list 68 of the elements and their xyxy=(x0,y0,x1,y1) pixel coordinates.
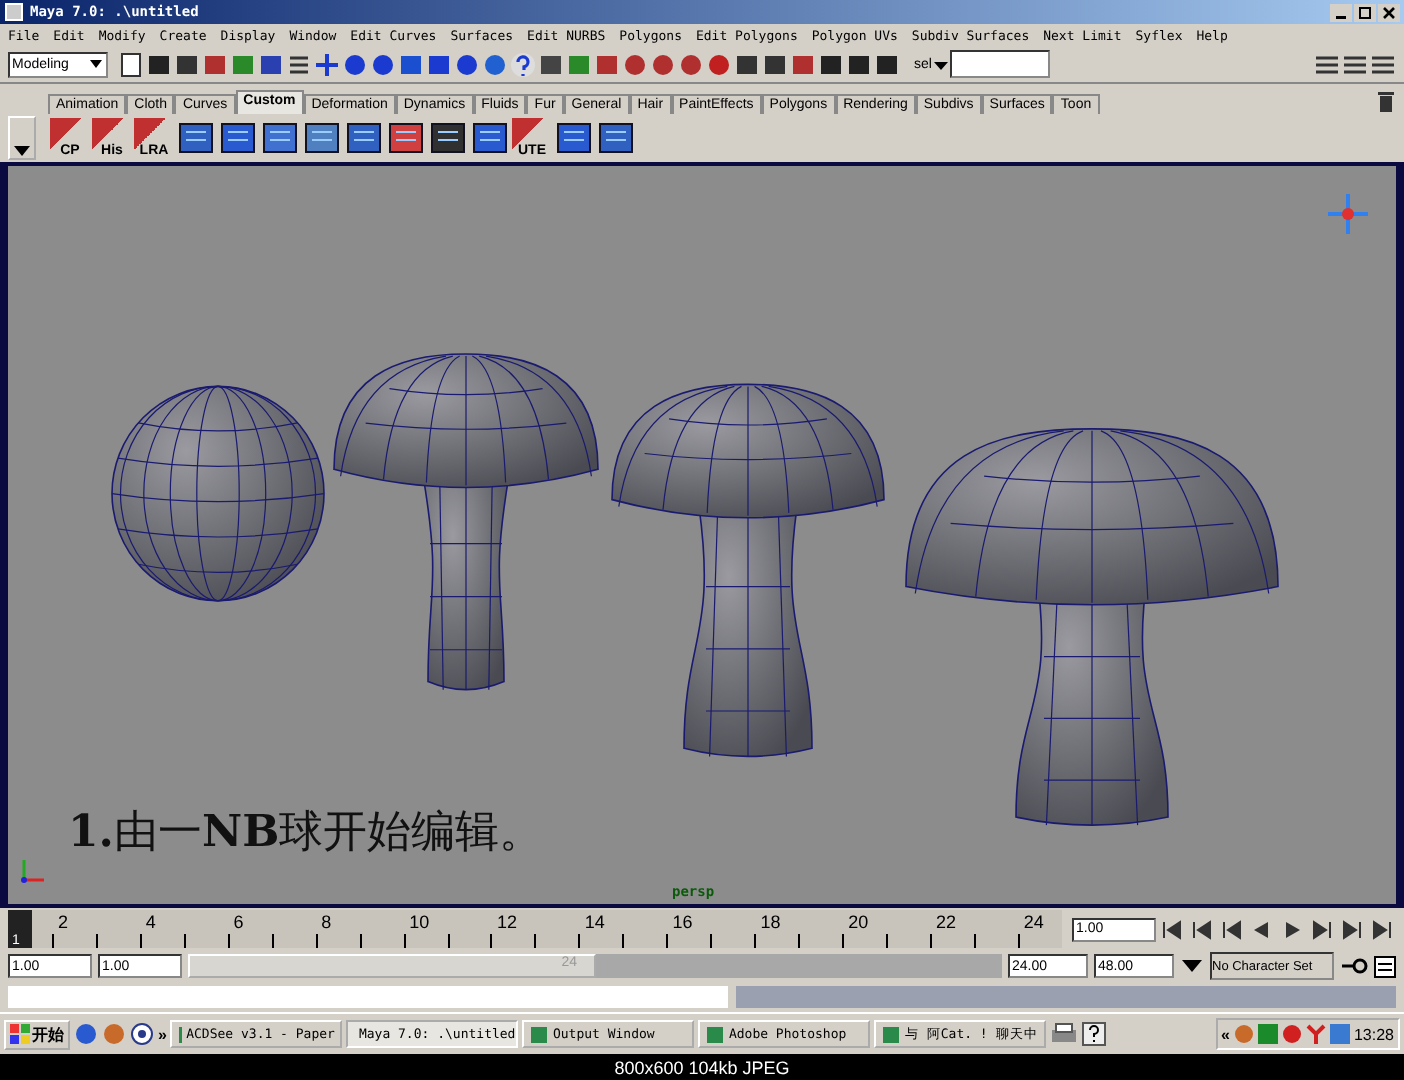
next-key-icon[interactable] xyxy=(1308,917,1336,941)
caret-icon xyxy=(88,56,104,72)
step-forward-icon[interactable] xyxy=(1338,917,1366,941)
go-to-end-icon[interactable] xyxy=(1368,917,1396,941)
tick-label: 22 xyxy=(936,912,957,932)
shelf-tool-icon[interactable] xyxy=(554,118,594,158)
previous-key-icon[interactable] xyxy=(1218,917,1246,941)
tray-icon[interactable] xyxy=(1305,1024,1326,1044)
step-back-icon[interactable] xyxy=(1188,917,1216,941)
sphere-icon[interactable] xyxy=(482,51,508,77)
tick-label: 2 xyxy=(57,912,68,932)
tick-label: 4 xyxy=(145,912,156,932)
panel-icon[interactable] xyxy=(1314,51,1340,77)
printer-icon[interactable] xyxy=(1050,1022,1079,1046)
tray-icon[interactable] xyxy=(1257,1024,1278,1044)
axis-icon xyxy=(16,854,48,886)
tick-label: 18 xyxy=(760,912,781,932)
minimize-icon[interactable] xyxy=(1330,3,1352,21)
shelf-tool-icon[interactable] xyxy=(428,118,468,158)
tick-label: 14 xyxy=(584,912,605,932)
key-icon[interactable] xyxy=(1340,956,1368,976)
shelf-tool-icon[interactable] xyxy=(596,118,636,158)
shelf-tool-icon[interactable] xyxy=(260,118,300,158)
help-icon[interactable] xyxy=(510,51,536,77)
menu-icon[interactable] xyxy=(286,51,312,77)
start-button[interactable]: 开始 xyxy=(4,1019,70,1049)
more-button[interactable]: « xyxy=(1221,1025,1230,1043)
shelf-menu-button[interactable] xyxy=(8,116,36,160)
panel-icon[interactable] xyxy=(1370,51,1396,77)
shelf-tool-icon[interactable] xyxy=(176,118,216,158)
tick-label: 24 xyxy=(1023,912,1044,932)
tray-icon[interactable] xyxy=(1281,1024,1302,1044)
command-line-field[interactable] xyxy=(8,986,728,1008)
trash-icon[interactable] xyxy=(1376,90,1396,114)
tray-icon[interactable] xyxy=(1329,1024,1350,1044)
tick-label: 16 xyxy=(672,912,693,932)
shelf-tool-icon[interactable] xyxy=(302,118,342,158)
go-to-start-icon[interactable] xyxy=(1158,917,1186,941)
plus-icon[interactable] xyxy=(314,51,340,77)
caption-text: 1.由一NB球开始编辑。 xyxy=(68,804,544,862)
tick-label: 6 xyxy=(233,912,244,932)
caret-icon[interactable] xyxy=(933,57,948,71)
shelf-tool-icon[interactable] xyxy=(386,118,426,158)
more-button[interactable]: » xyxy=(158,1025,167,1043)
clock: 13:28 xyxy=(1353,1025,1394,1043)
document-icon[interactable] xyxy=(118,51,144,77)
image-info-text: 800x600 104kb JPEG xyxy=(614,1057,790,1077)
tick-label: 10 xyxy=(409,912,430,932)
restore-icon[interactable] xyxy=(1354,3,1376,21)
preferences-icon[interactable] xyxy=(1374,955,1396,977)
shelf-tool-icon[interactable] xyxy=(470,118,510,158)
quick-launch-icon[interactable] xyxy=(130,1022,154,1046)
window-icon xyxy=(882,1025,901,1043)
caret-icon[interactable] xyxy=(1180,956,1204,976)
close-icon[interactable] xyxy=(1378,3,1400,21)
window-icon xyxy=(530,1025,549,1043)
tick-label: 20 xyxy=(848,912,869,932)
tick-label: 12 xyxy=(496,912,517,932)
windows-logo-icon xyxy=(10,1024,30,1044)
shelf-tool-icon[interactable] xyxy=(344,118,384,158)
panel-icon[interactable] xyxy=(1342,51,1368,77)
selection-input-field[interactable] xyxy=(949,50,1050,78)
shelf-tool-icon[interactable] xyxy=(218,118,258,158)
caret-icon xyxy=(14,146,30,158)
tick-label: 8 xyxy=(321,912,332,932)
help-icon[interactable] xyxy=(1082,1022,1107,1046)
window-icon xyxy=(178,1025,183,1043)
window-icon xyxy=(706,1025,725,1043)
